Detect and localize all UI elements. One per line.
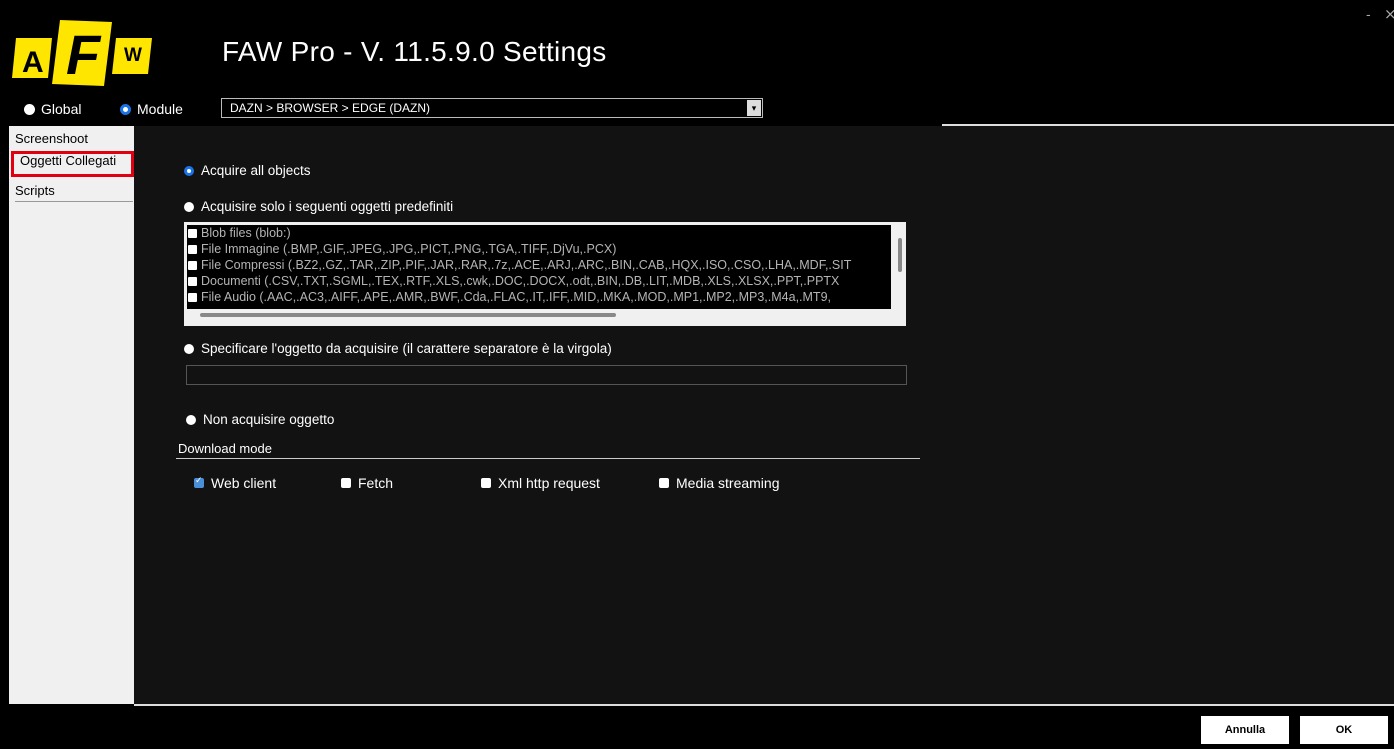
ok-button[interactable]: OK <box>1300 716 1388 744</box>
checkbox <box>481 478 491 488</box>
fetch-checkbox[interactable]: Fetch <box>341 475 393 491</box>
sidebar-item-screenshoot[interactable]: Screenshoot <box>9 129 134 149</box>
checkbox[interactable] <box>188 228 197 238</box>
xml-http-request-label: Xml http request <box>498 475 600 491</box>
checkbox <box>659 478 669 488</box>
module-radio-dot <box>120 103 131 115</box>
sidebar-item-scripts[interactable]: Scripts <box>9 181 134 201</box>
cancel-button[interactable]: Annulla <box>1201 716 1289 744</box>
media-streaming-checkbox[interactable]: Media streaming <box>659 475 780 491</box>
horizontal-scrollbar[interactable] <box>200 313 616 317</box>
list-item-label: File Immagine (.BMP,.GIF,.JPEG,.JPG,.PIC… <box>201 242 617 256</box>
minimize-button[interactable]: - <box>1366 8 1371 23</box>
sidebar-item-oggetti-collegati[interactable]: Oggetti Collegati <box>11 151 134 177</box>
svg-text:W: W <box>124 45 142 66</box>
download-mode-label: Download mode <box>178 441 272 456</box>
acquire-all-radio-dot <box>184 165 194 176</box>
svg-text:A: A <box>22 46 44 79</box>
svg-text:F: F <box>66 23 102 86</box>
list-item-label: File Audio (.AAC,.AC3,.AIFF,.APE,.AMR,.B… <box>201 290 831 304</box>
global-radio-label: Global <box>41 101 82 117</box>
checkbox <box>341 478 351 488</box>
footer-divider <box>134 704 1394 706</box>
list-item-label: File Compressi (.BZ2,.GZ,.TAR,.ZIP,.PIF,… <box>201 258 852 272</box>
list-item[interactable]: Blob files (blob:) <box>188 225 291 241</box>
specify-object-radio[interactable]: Specificare l'oggetto da acquisire (il c… <box>184 341 612 356</box>
fetch-label: Fetch <box>358 475 394 491</box>
no-acquire-radio-dot <box>186 414 196 425</box>
download-mode-divider <box>176 458 920 459</box>
no-acquire-label: Non acquisire oggetto <box>203 412 335 427</box>
object-list[interactable]: Blob files (blob:) File Immagine (.BMP,.… <box>184 222 906 326</box>
xml-http-request-checkbox[interactable]: Xml http request <box>481 475 600 491</box>
list-item[interactable]: File Immagine (.BMP,.GIF,.JPEG,.JPG,.PIC… <box>188 241 616 257</box>
list-item-label: Blob files (blob:) <box>201 226 291 240</box>
list-item[interactable]: Documenti (.CSV,.TXT,.SGML,.TEX,.RTF,.XL… <box>188 273 839 289</box>
acquire-all-label: Acquire all objects <box>201 163 311 178</box>
module-radio[interactable]: Module <box>120 101 183 117</box>
specify-object-radio-dot <box>184 343 194 354</box>
no-acquire-radio[interactable]: Non acquisire oggetto <box>186 412 334 427</box>
checkbox[interactable] <box>188 244 197 254</box>
acquire-predefined-label: Acquisire solo i seguenti oggetti predef… <box>201 199 454 214</box>
list-item-label: Documenti (.CSV,.TXT,.SGML,.TEX,.RTF,.XL… <box>201 274 840 288</box>
global-radio-dot <box>24 103 35 115</box>
web-client-checkbox[interactable]: Web client <box>194 475 276 491</box>
media-streaming-label: Media streaming <box>676 475 780 491</box>
specify-object-label: Specificare l'oggetto da acquisire (il c… <box>201 341 612 356</box>
acquire-all-radio[interactable]: Acquire all objects <box>184 163 311 178</box>
sidebar-divider <box>15 201 133 202</box>
checkbox[interactable] <box>188 260 197 270</box>
global-radio[interactable]: Global <box>24 101 81 117</box>
window-title: FAW Pro - V. 11.5.9.0 Settings <box>222 36 607 67</box>
vertical-scrollbar[interactable] <box>898 238 902 272</box>
checkbox[interactable] <box>188 292 197 302</box>
specify-object-input[interactable] <box>186 365 907 385</box>
web-client-label: Web client <box>211 475 277 491</box>
module-select-value: DAZN > BROWSER > EDGE (DAZN) <box>230 101 431 115</box>
module-radio-label: Module <box>137 101 183 117</box>
acquire-predefined-radio[interactable]: Acquisire solo i seguenti oggetti predef… <box>184 199 453 214</box>
list-item[interactable]: File Compressi (.BZ2,.GZ,.TAR,.ZIP,.PIF,… <box>188 257 851 273</box>
object-list-content: Blob files (blob:) File Immagine (.BMP,.… <box>187 225 891 309</box>
close-button[interactable]: × <box>1384 5 1394 23</box>
checkbox[interactable] <box>188 276 197 286</box>
list-item[interactable]: File Audio (.AAC,.AC3,.AIFF,.APE,.AMR,.B… <box>188 289 831 305</box>
sidebar: Screenshoot Oggetti Collegati Scripts <box>9 126 134 704</box>
app-logo: A F W <box>8 16 158 90</box>
checkbox-checked <box>194 475 204 488</box>
chevron-down-icon[interactable]: ▾ <box>747 100 761 116</box>
module-select[interactable]: DAZN > BROWSER > EDGE (DAZN) ▾ <box>221 98 763 118</box>
acquire-predefined-radio-dot <box>184 201 194 212</box>
